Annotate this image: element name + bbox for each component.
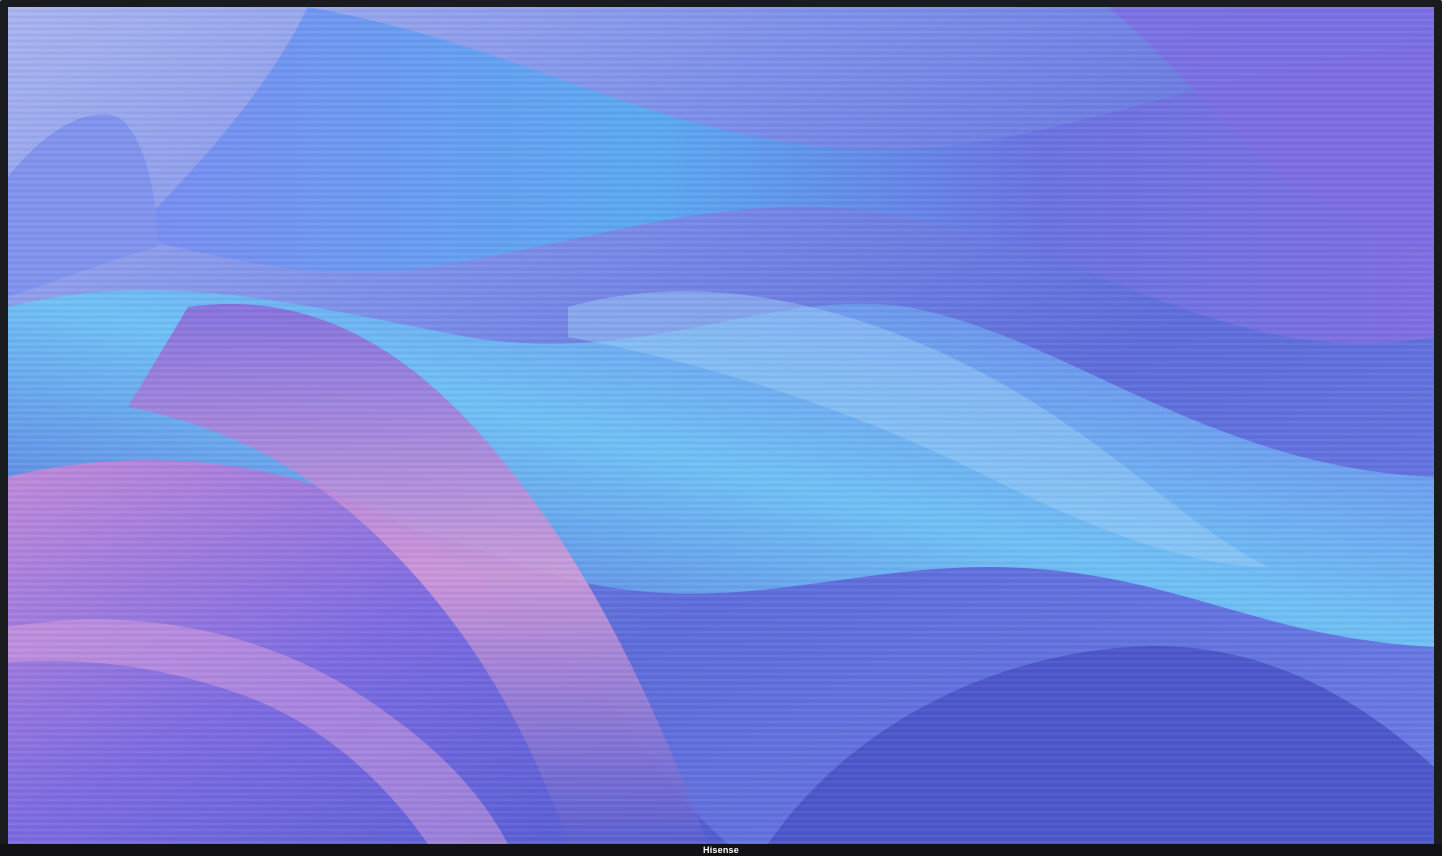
- tv-display: Hisense: [0, 0, 1442, 856]
- screen: [8, 7, 1434, 844]
- abstract-wave-wallpaper-icon: [8, 7, 1434, 844]
- brand-logo: Hisense: [703, 845, 739, 855]
